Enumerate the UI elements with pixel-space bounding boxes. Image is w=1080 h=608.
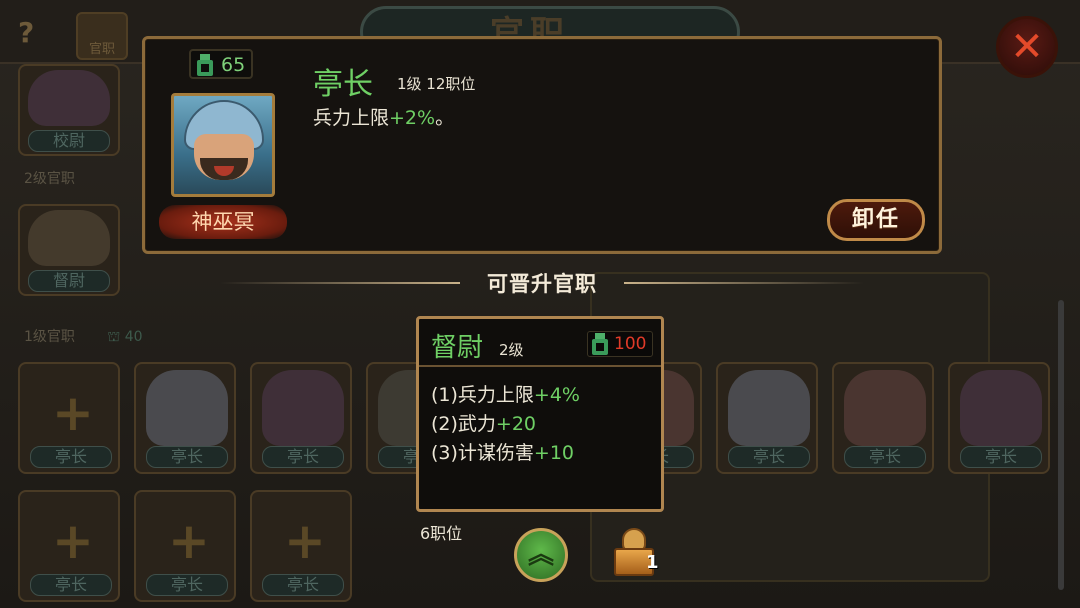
post-name: 亭长 (313, 67, 373, 102)
promotion-level: 2级 (499, 341, 524, 359)
promotion-header: 督尉 2级 100 (419, 319, 661, 367)
rank-value: 65 (221, 54, 246, 76)
bronze-seal-icon (197, 54, 213, 76)
effect-value: +4% (533, 384, 580, 406)
plus-icon: + (52, 384, 94, 442)
section-divider-left (220, 282, 460, 284)
slot-tag: 亭长 (728, 446, 810, 468)
seal-icon: ⛫ (107, 329, 121, 345)
hero-face (28, 70, 110, 126)
post-level: 1级 12职位 (397, 75, 476, 93)
current-post-panel: 65 神巫冥 亭长 1级 12职位 兵力上限+2%。 卸任 (142, 36, 942, 254)
post-slot-empty[interactable]: + 亭长 (18, 490, 120, 602)
slot-tag: 亭长 (262, 574, 344, 596)
item-count: 1 (646, 552, 659, 573)
close-button[interactable]: ✕ (996, 16, 1058, 78)
effect-row: (2)武力+20 (431, 410, 580, 439)
hero-post-tag: 校尉 (28, 130, 110, 152)
effect-suffix: 。 (435, 107, 455, 129)
promotion-name: 督尉 (431, 333, 484, 363)
slot-tag: 亭长 (146, 574, 228, 596)
post-slot-hero[interactable]: 亭长 (134, 362, 236, 474)
promote-button[interactable]: ︽ (514, 528, 568, 582)
slot-tag: 亭长 (960, 446, 1042, 468)
effect-value: +10 (533, 442, 575, 464)
plus-icon: + (52, 512, 94, 570)
slot-tag: 亭长 (844, 446, 926, 468)
left-hero-2[interactable]: 督尉 (18, 204, 120, 296)
effect-label: 兵力上限 (313, 107, 390, 129)
promotion-rank-box: 100 (587, 331, 653, 357)
post-level-text: 2级官职 (24, 171, 75, 187)
left-hero-1-info: 2级官职 (24, 168, 75, 188)
post-slot-hero[interactable]: 亭长 (716, 362, 818, 474)
hero-face (960, 370, 1042, 446)
promotion-card[interactable]: 督尉 2级 100 (1)兵力上限+4% (2)武力+20 (3)计谋伤害+10 (416, 316, 664, 512)
section-title: 可晋升官职 (487, 272, 597, 296)
effect-label: (2)武力 (431, 413, 496, 435)
hero-face (844, 370, 926, 446)
post-slot-empty[interactable]: + 亭长 (134, 490, 236, 602)
slot-tag: 亭长 (262, 446, 344, 468)
official-post-badge[interactable]: 官职 (76, 12, 128, 60)
rank-box: 65 (189, 49, 253, 79)
double-chevron-up-icon: ︽ (527, 540, 554, 570)
dismiss-button[interactable]: 卸任 (827, 199, 925, 241)
tiger-tally-chest-icon[interactable]: 1 (612, 526, 660, 578)
effect-value: +2% (389, 107, 436, 129)
scrollbar[interactable] (1058, 300, 1064, 590)
effect-label: (1)兵力上限 (431, 384, 534, 406)
plus-icon: + (168, 512, 210, 570)
bronze-seal-icon (592, 333, 608, 355)
general-portrait[interactable] (171, 93, 275, 197)
help-icon[interactable]: ? (18, 16, 48, 50)
effect-row: (1)兵力上限+4% (431, 381, 580, 410)
post-slot-hero[interactable]: 亭长 (250, 362, 352, 474)
promotion-effects: (1)兵力上限+4% (2)武力+20 (3)计谋伤害+10 (431, 381, 580, 468)
required-rank-value: 100 (614, 334, 647, 354)
hero-post-tag: 督尉 (28, 270, 110, 292)
post-slot-empty[interactable]: + 亭长 (250, 490, 352, 602)
plus-icon: + (284, 512, 326, 570)
rank-value: 40 (124, 329, 143, 345)
hero-face (262, 370, 344, 446)
left-hero-1[interactable]: 校尉 (18, 64, 120, 156)
post-slot-empty[interactable]: + 亭长 (18, 362, 120, 474)
slot-tag: 亭长 (30, 446, 112, 468)
left-hero-2-info: 1级官职 ⛫ 40 (24, 326, 143, 347)
post-slots-count: 6职位 (420, 524, 463, 543)
hero-face (28, 210, 110, 266)
hero-face (728, 370, 810, 446)
post-level-text: 1级官职 (24, 329, 75, 345)
post-slot-hero[interactable]: 亭长 (832, 362, 934, 474)
hero-face (146, 370, 228, 446)
slot-tag: 亭长 (146, 446, 228, 468)
effect-value: +20 (495, 413, 537, 435)
effect-row: (3)计谋伤害+10 (431, 439, 580, 468)
post-effect: 兵力上限+2%。 (313, 103, 454, 130)
slot-tag: 亭长 (30, 574, 112, 596)
general-name: 神巫冥 (159, 205, 287, 239)
section-divider-right (624, 282, 864, 284)
effect-label: (3)计谋伤害 (431, 442, 534, 464)
post-slot-hero[interactable]: 亭长 (948, 362, 1050, 474)
